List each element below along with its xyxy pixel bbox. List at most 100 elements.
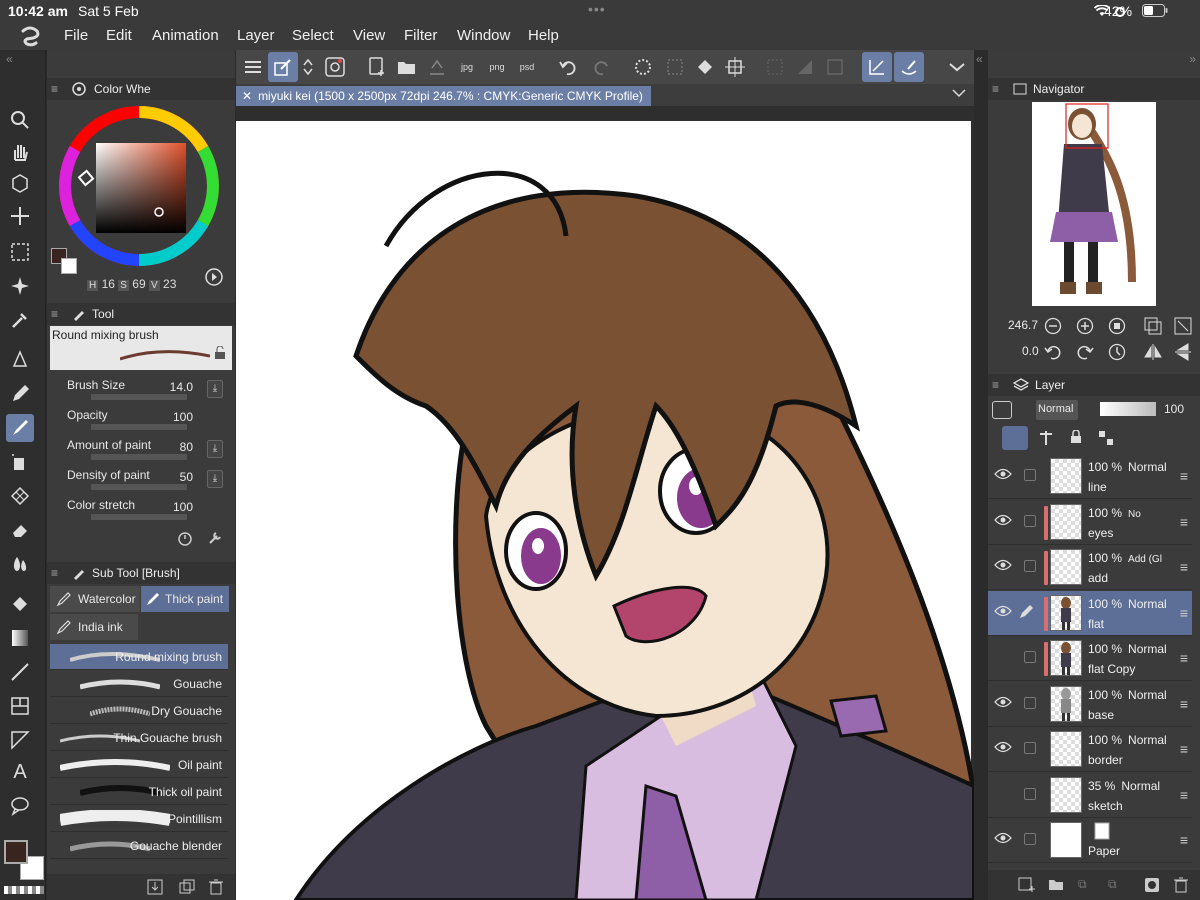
- subtool-thick-oil-paint[interactable]: Thick oil paint: [50, 779, 228, 805]
- export-jpg-icon[interactable]: jpg: [452, 52, 482, 82]
- download-icon[interactable]: ⤓: [207, 380, 223, 398]
- layer-checkbox[interactable]: [1024, 651, 1036, 663]
- blend-tool-icon[interactable]: [6, 550, 34, 578]
- layer-menu-icon[interactable]: ≡: [1180, 559, 1188, 575]
- navigator-preview[interactable]: [1032, 102, 1156, 306]
- layer-menu-icon[interactable]: ≡: [1180, 832, 1188, 848]
- menu-filter[interactable]: Filter: [404, 27, 437, 44]
- navigator-zoom[interactable]: 246.7: [1008, 318, 1038, 332]
- lock-layer-icon[interactable]: [1070, 430, 1082, 444]
- panel-collapse-icon[interactable]: «: [6, 52, 13, 66]
- brush-tool-icon[interactable]: [6, 414, 34, 442]
- group-watercolor[interactable]: Watercolor: [50, 586, 140, 612]
- auto-select-tool-icon[interactable]: [6, 272, 34, 300]
- layer-menu-icon[interactable]: ≡: [1180, 787, 1188, 803]
- menu-select[interactable]: Select: [292, 27, 334, 44]
- rotate-left-icon[interactable]: [1044, 343, 1062, 361]
- crop-icon[interactable]: [820, 52, 850, 82]
- prop-density-of-paint[interactable]: Density of paint 50 ⤓: [47, 466, 235, 496]
- subtool-round-mixing-brush[interactable]: Round mixing brush: [50, 644, 228, 670]
- prop-slider[interactable]: [91, 514, 187, 520]
- close-tab-icon[interactable]: ✕: [242, 89, 252, 103]
- fill-icon[interactable]: [690, 52, 720, 82]
- eye-icon[interactable]: [994, 831, 1012, 845]
- menu-window[interactable]: Window: [457, 27, 510, 44]
- lock-icon[interactable]: [214, 346, 226, 360]
- airbrush-tool-icon[interactable]: [6, 448, 34, 476]
- menu-animation[interactable]: Animation: [152, 27, 219, 44]
- merge-down-icon[interactable]: ⧉: [1078, 877, 1087, 892]
- panel-menu-icon[interactable]: ≡: [51, 307, 58, 321]
- hidden-layer-slot[interactable]: [994, 786, 1012, 800]
- subtool-pointillism[interactable]: Pointillism: [50, 806, 228, 832]
- subtool-gouache[interactable]: Gouache: [50, 671, 228, 697]
- layer-menu-icon[interactable]: ≡: [1180, 696, 1188, 712]
- prop-color-stretch[interactable]: Color stretch 100: [47, 496, 235, 526]
- wrench-icon[interactable]: [207, 530, 223, 546]
- layer-row[interactable]: 100 % Normal flat Copy ≡: [988, 636, 1192, 681]
- layer-row[interactable]: 100 % Normal line ≡: [988, 454, 1192, 499]
- eye-icon[interactable]: [994, 695, 1012, 709]
- duplicate-icon[interactable]: [179, 879, 195, 895]
- layer-row[interactable]: 100 % Normal border ≡: [988, 727, 1192, 772]
- prop-value[interactable]: 100: [173, 500, 193, 514]
- layer-mask-icon[interactable]: [1144, 877, 1160, 893]
- layer-row[interactable]: 100 % No eyes ≡: [988, 499, 1192, 545]
- layer-title[interactable]: Layer: [1035, 378, 1065, 392]
- pencil-tool-icon[interactable]: [6, 380, 34, 408]
- combine-icon[interactable]: ⧉: [1108, 877, 1117, 892]
- prop-value[interactable]: 80: [180, 440, 193, 454]
- layer-tab-icon[interactable]: [1013, 378, 1030, 392]
- transparent-color-swatch[interactable]: [4, 886, 44, 894]
- eraser-tool-icon[interactable]: [6, 516, 34, 544]
- layer-menu-icon[interactable]: ≡: [1180, 741, 1188, 757]
- subtool-gouache-blender[interactable]: Gouache blender: [50, 833, 228, 859]
- menu-view[interactable]: View: [353, 27, 385, 44]
- prop-slider[interactable]: [91, 394, 187, 400]
- layer-checkbox[interactable]: [1024, 514, 1036, 527]
- fill-tool-icon[interactable]: [6, 590, 34, 618]
- subtool-thin-gouache-brush[interactable]: Thin Gouache brush: [50, 725, 228, 751]
- layer-opacity-value[interactable]: 100: [1164, 402, 1184, 416]
- rotate-right-icon[interactable]: [1076, 343, 1094, 361]
- layer-row[interactable]: 100 % Normal flat ≡: [988, 590, 1192, 636]
- subtool-oil-paint[interactable]: Oil paint: [50, 752, 228, 778]
- group-india-ink[interactable]: India ink: [50, 614, 138, 640]
- stopwatch-icon[interactable]: [177, 530, 193, 546]
- reference-layer-icon[interactable]: [1038, 430, 1054, 446]
- import-icon[interactable]: [147, 879, 163, 895]
- menu-layer[interactable]: Layer: [237, 27, 275, 44]
- document-tab[interactable]: ✕ miyuki kei (1500 x 2500px 72dpi 246.7%…: [236, 86, 651, 106]
- reset-rotation-icon[interactable]: [1108, 343, 1126, 361]
- hamburger-icon[interactable]: [238, 52, 268, 82]
- figure-tool-icon[interactable]: [6, 658, 34, 686]
- drawing-canvas[interactable]: [236, 106, 974, 900]
- menu-edit[interactable]: Edit: [106, 27, 132, 44]
- new-file-icon[interactable]: [362, 52, 392, 82]
- blend-mode-select[interactable]: Normal: [1036, 400, 1078, 420]
- transform-icon[interactable]: [720, 52, 750, 82]
- fit-window-icon[interactable]: [1144, 317, 1162, 335]
- layer-checkbox[interactable]: [1024, 742, 1036, 754]
- navigator-title[interactable]: Navigator: [1033, 82, 1084, 96]
- layer-checkbox[interactable]: [1024, 696, 1036, 709]
- tab-list-chevron-icon[interactable]: [952, 88, 966, 98]
- export-png-icon[interactable]: png: [482, 52, 512, 82]
- zoom-in-icon[interactable]: [1076, 317, 1094, 335]
- eyedropper-tool-icon[interactable]: [6, 306, 34, 334]
- cw-sub-swatch[interactable]: [61, 258, 77, 274]
- export-psd-icon[interactable]: psd: [512, 52, 542, 82]
- menu-help[interactable]: Help: [528, 27, 559, 44]
- color-wheel[interactable]: [53, 100, 229, 290]
- open-folder-icon[interactable]: [392, 52, 422, 82]
- color-wheel-tab-icon[interactable]: [72, 82, 86, 96]
- gradient-tool-icon[interactable]: [6, 624, 34, 652]
- prop-opacity[interactable]: Opacity 100: [47, 406, 235, 436]
- eye-icon[interactable]: [994, 604, 1012, 618]
- layer-checkbox[interactable]: [1024, 469, 1036, 481]
- spiral-icon[interactable]: [320, 52, 350, 82]
- color-settings-icon[interactable]: [205, 268, 223, 286]
- zoom-tool-icon[interactable]: [6, 106, 34, 134]
- main-color-swatch[interactable]: [4, 840, 28, 864]
- layer-opacity-slider[interactable]: [1100, 402, 1156, 416]
